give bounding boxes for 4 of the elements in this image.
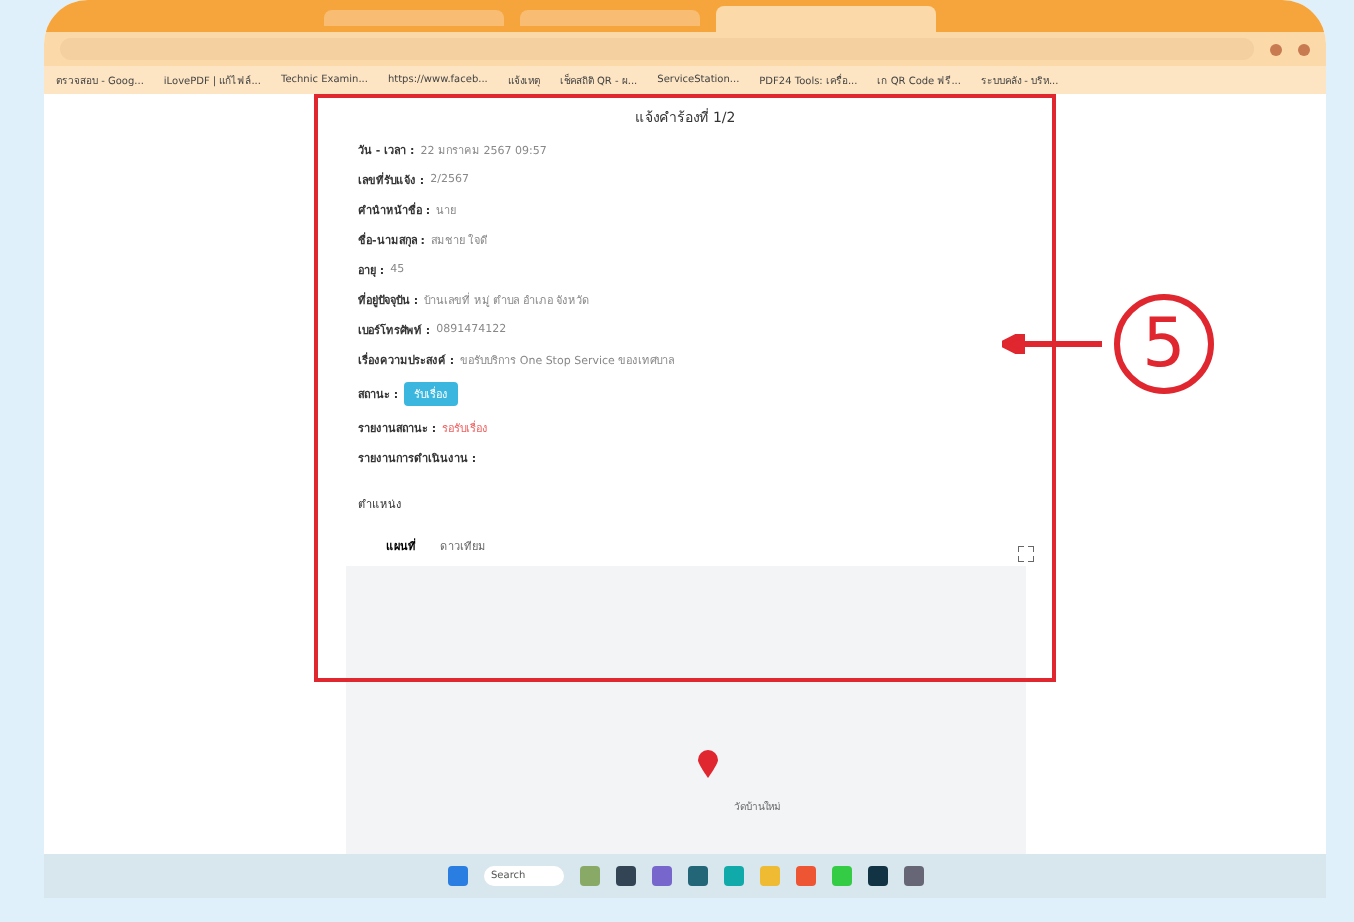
map-pin-icon <box>698 750 718 778</box>
start-icon[interactable] <box>447 866 467 886</box>
fullscreen-icon[interactable] <box>1018 546 1034 562</box>
step-number: 5 <box>1114 294 1214 394</box>
